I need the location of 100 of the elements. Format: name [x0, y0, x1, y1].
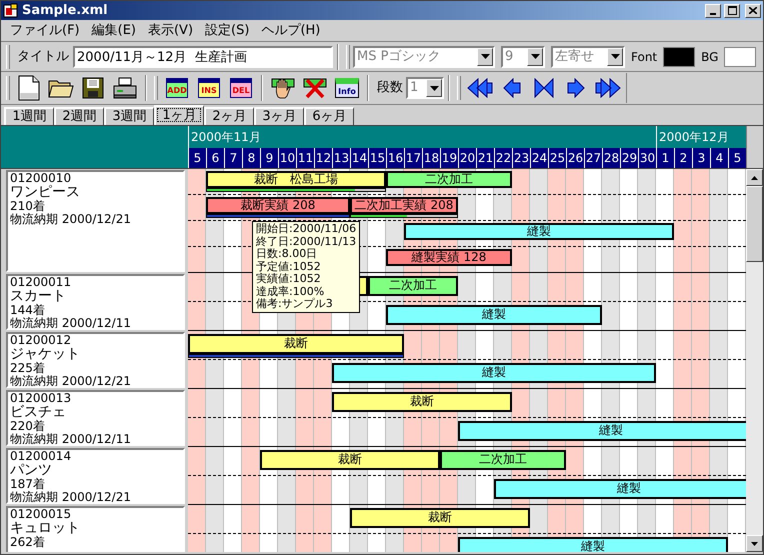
field-label: Font — [631, 48, 658, 66]
order-name: パンツ — [10, 463, 53, 478]
order-quantity: 220着 — [10, 420, 46, 433]
title-field[interactable]: 2000/11月～12月 生産計画 — [73, 46, 333, 68]
task-bar[interactable]: 縫製 — [458, 421, 746, 441]
double-right-arrow-icon[interactable] — [595, 78, 621, 98]
insert-row-button[interactable]: INS — [198, 78, 220, 98]
bg-color-swatch[interactable] — [724, 46, 756, 66]
tooltip-line: 開始日:2000/11/06 — [256, 223, 356, 236]
minimize-button[interactable] — [705, 4, 721, 18]
document-icon — [18, 75, 40, 101]
window-title: Sample.xml — [22, 2, 108, 20]
task-bar[interactable]: 縫製 — [458, 537, 728, 552]
maximize-button[interactable] — [724, 4, 740, 18]
result-bar[interactable]: 縫製実績 128 — [386, 249, 512, 266]
task-bar[interactable]: 縫製 — [332, 363, 656, 383]
day-label: 5 — [728, 148, 746, 168]
menu-item[interactable]: 設定(S) — [200, 20, 254, 40]
menu-item[interactable]: ファイル(F) — [5, 20, 85, 40]
menu-item[interactable]: 表示(V) — [142, 20, 198, 40]
tab[interactable]: 6ヶ月 — [304, 107, 354, 125]
scroll-down-button[interactable] — [746, 535, 763, 552]
delivery-date: 物流納期 2000/12/21 — [10, 213, 132, 226]
task-bar[interactable]: 縫製 — [386, 305, 602, 325]
day-label: 15 — [368, 148, 386, 168]
day-label: 20 — [458, 148, 476, 168]
order-name: スカート — [10, 289, 67, 304]
hand-icon[interactable] — [271, 77, 295, 99]
task-bar[interactable]: 二次加工 — [440, 450, 566, 470]
order-code: 01200014 — [10, 450, 72, 463]
delete-icon[interactable] — [303, 77, 327, 99]
task-bar[interactable]: 裁断 — [332, 392, 512, 412]
app-icon — [3, 2, 19, 18]
right-arrow-icon[interactable] — [567, 78, 585, 98]
task-bar[interactable]: 裁断 — [350, 508, 530, 528]
order-code: 01200010 — [10, 172, 72, 185]
tooltip-line: 達成率:100% — [256, 286, 326, 298]
bowtie-icon[interactable] — [534, 78, 554, 98]
tab[interactable]: 2週間 — [54, 107, 104, 125]
menu-item[interactable]: 編集(E) — [86, 20, 141, 40]
day-label: 2 — [674, 148, 692, 168]
tooltip-line: 予定値:1052 — [256, 260, 322, 272]
tooltip-line: 日数:8.00日 — [256, 248, 318, 260]
task-bar[interactable]: 裁断 松島工場 — [206, 171, 386, 188]
order-quantity: 187着 — [10, 478, 46, 491]
day-label: 9 — [260, 148, 278, 168]
task-bar[interactable]: 二次加工 — [368, 276, 458, 296]
task-bar[interactable]: 縫製 — [404, 223, 674, 240]
down-arrow-icon — [751, 542, 758, 546]
maximize-icon — [728, 6, 736, 15]
day-label: 13 — [332, 148, 350, 168]
tab[interactable]: 1週間 — [4, 107, 54, 125]
task-bar[interactable]: 二次加工 — [386, 171, 512, 188]
left-arrow-icon[interactable] — [503, 78, 521, 98]
day-label: 19 — [440, 148, 458, 168]
scroll-thumb[interactable] — [746, 186, 763, 262]
day-label: 5 — [188, 148, 206, 168]
order-quantity: 225着 — [10, 362, 46, 375]
result-bar[interactable]: 裁断実績 208 — [206, 197, 350, 214]
field-label: BG — [701, 48, 718, 66]
order-quantity: 262着 — [10, 536, 46, 549]
order-code: 01200015 — [10, 508, 72, 521]
menu-item[interactable]: ヘルプ(H) — [256, 20, 326, 40]
result-bar[interactable]: 二次加工実績 208 — [350, 197, 458, 214]
day-label: 22 — [494, 148, 512, 168]
order-code: 01200012 — [10, 334, 72, 347]
day-label: 1 — [656, 148, 674, 168]
up-arrow-icon — [751, 176, 758, 180]
font-color-swatch[interactable] — [663, 46, 696, 66]
day-label: 3 — [692, 148, 710, 168]
add-row-button[interactable]: ADD — [166, 78, 188, 98]
close-icon — [749, 7, 757, 14]
day-label: 27 — [584, 148, 602, 168]
day-label: 10 — [278, 148, 296, 168]
caret-icon — [480, 54, 490, 59]
info-button[interactable]: Info — [335, 78, 359, 98]
scroll-up-button[interactable] — [746, 169, 763, 186]
tab[interactable]: 2ヶ月 — [204, 107, 254, 125]
day-label: 8 — [242, 148, 260, 168]
double-left-arrow-icon[interactable] — [467, 78, 493, 98]
order-name: ジャケット — [10, 347, 81, 362]
order-code: 01200011 — [10, 276, 72, 289]
field-label: タイトル — [17, 48, 69, 66]
tab[interactable]: 1ヶ月 — [154, 105, 204, 125]
close-button[interactable] — [745, 4, 761, 18]
day-label: 7 — [224, 148, 242, 168]
minimize-icon — [710, 12, 716, 14]
order-quantity: 144着 — [10, 304, 46, 317]
task-bar[interactable]: 裁断 — [260, 450, 440, 470]
tab[interactable]: 3週間 — [104, 107, 154, 125]
day-label: 4 — [710, 148, 728, 168]
task-bar[interactable]: 裁断 — [188, 334, 404, 354]
printer-icon — [112, 77, 138, 99]
day-label: 23 — [512, 148, 530, 168]
day-label: 24 — [530, 148, 548, 168]
day-label: 11 — [296, 148, 314, 168]
tab[interactable]: 3ヶ月 — [254, 107, 304, 125]
task-bar[interactable]: 縫製 — [494, 479, 746, 499]
order-name: ビスチェ — [10, 405, 67, 420]
tooltip-line: 終了日:2000/11/13 — [256, 236, 356, 248]
